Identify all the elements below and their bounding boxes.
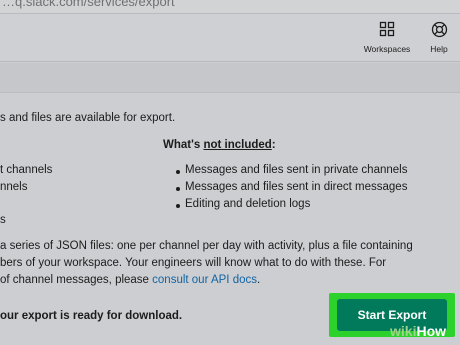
not-included-prefix: What's [163, 139, 204, 151]
intro-text: s and files are available for export. [0, 112, 176, 124]
not-included-suffix: : [271, 139, 276, 151]
description-suffix: . [257, 274, 261, 286]
workspaces-button[interactable]: Workspaces [362, 20, 412, 54]
workspaces-label: Workspaces [363, 44, 411, 54]
wikihow-watermark: wikiHow [390, 323, 458, 343]
bullet [176, 170, 180, 174]
description-prefix: of channel messages, please [0, 274, 153, 286]
included-item: s [0, 214, 6, 226]
browser-address-bar[interactable]: …q.slack.com/services/export [0, 0, 460, 14]
not-included-item: Messages and files sent in private chann… [185, 164, 408, 176]
top-navigation-bar: Workspaces Help [0, 14, 460, 62]
help-label: Help [430, 44, 448, 54]
help-button[interactable]: Help [424, 20, 454, 54]
description-line: a series of JSON files: one per channel … [0, 240, 413, 252]
api-docs-link[interactable]: consult our API docs [152, 274, 257, 286]
url-text: …q.slack.com/services/export [2, 0, 175, 9]
not-included-heading: What's not included: [163, 138, 276, 153]
watermark-part-2: How [416, 323, 447, 339]
included-item: t channels [0, 164, 53, 176]
export-ready-text: our export is ready for download. [0, 309, 182, 324]
bullet [176, 204, 180, 208]
grid-icon [378, 20, 396, 38]
description-line: bers of your workspace. Your engineers w… [0, 257, 387, 269]
lifebuoy-icon [430, 20, 448, 38]
not-included-item: Editing and deletion logs [185, 198, 311, 210]
watermark-part-1: wiki [390, 323, 417, 339]
bullet [176, 187, 180, 191]
included-item: nnels [0, 181, 28, 193]
not-included-underlined: not included [203, 139, 272, 151]
not-included-item: Messages and files sent in direct messag… [185, 181, 408, 193]
export-ready-bold: our export is ready for download. [0, 310, 183, 322]
page-header-band [0, 63, 460, 93]
description-line: of channel messages, please consult our … [0, 273, 260, 288]
